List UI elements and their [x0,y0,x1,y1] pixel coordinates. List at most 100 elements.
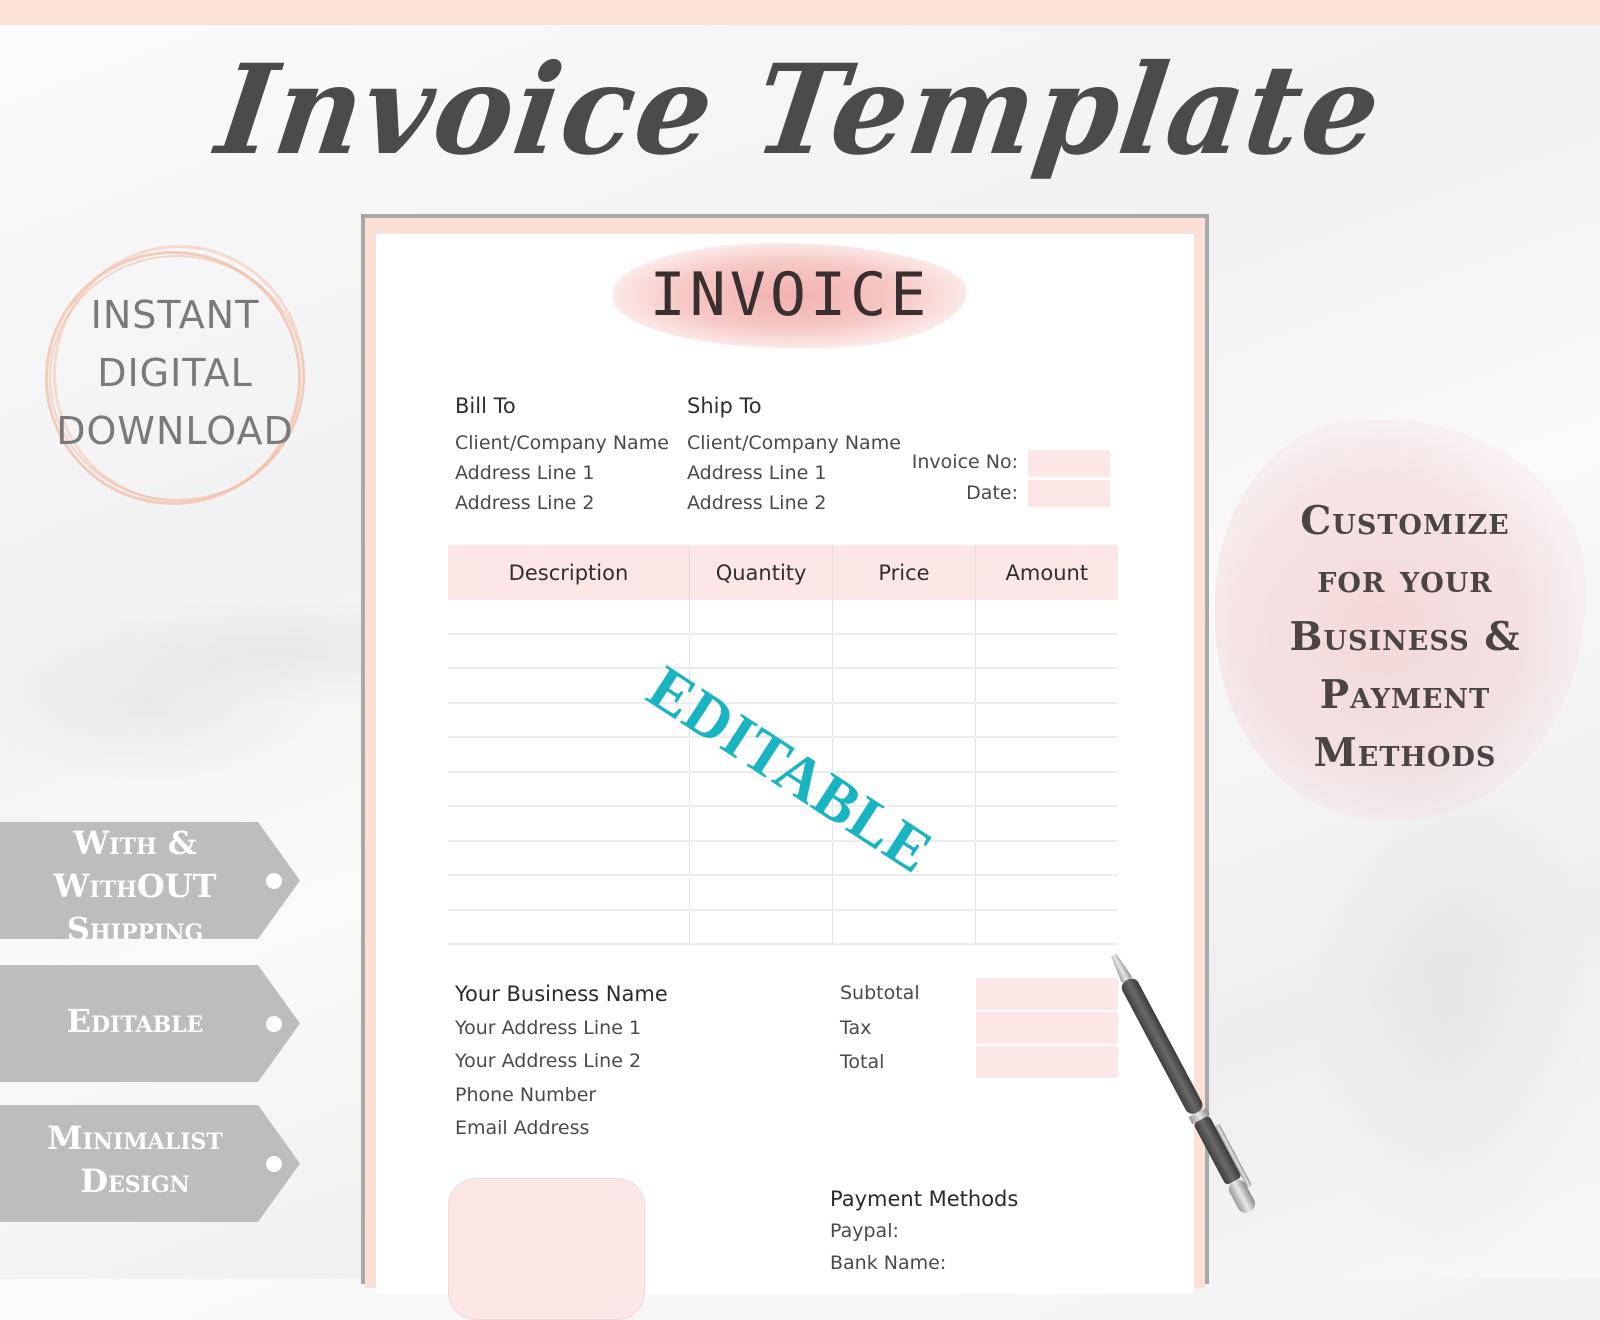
tag-hole-icon [266,1015,282,1032]
table-cell[interactable] [976,911,1118,944]
feature-tag-shipping: With & WithOUT Shipping [0,822,300,939]
table-cell[interactable] [448,876,690,909]
business-line[interactable]: Your Address Line 2 [455,1045,668,1079]
tag-hole-icon [266,872,282,889]
ship-to-label: Ship To [687,394,762,418]
business-line[interactable]: Your Address Line 1 [455,1012,668,1046]
tag-text: Editable [0,1000,270,1043]
tag-line: With & [73,824,197,862]
tag-line: Shipping [66,910,204,948]
table-cell[interactable] [448,910,690,943]
payment-line[interactable]: Bank Name: [830,1247,1018,1279]
callout-line: Customize [1300,498,1510,544]
tag-text: With & WithOUT Shipping [0,822,270,948]
business-line[interactable]: Phone Number [455,1079,668,1113]
callout-line: Methods [1313,730,1497,776]
feature-tag-minimalist: Minimalist Design [0,1105,300,1222]
tag-hole-icon [266,1155,282,1172]
bill-to-line[interactable]: Address Line 2 [455,488,669,518]
column-header-amount: Amount [1005,560,1089,585]
payment-line[interactable]: Paypal: [830,1215,1018,1247]
subtotal-field[interactable] [976,978,1118,1010]
table-cell[interactable] [976,842,1118,875]
invoice-no-label: Invoice No: [911,451,1018,473]
payment-methods: Payment Methods Paypal: Bank Name: [830,1183,1018,1279]
table-cell[interactable] [833,669,976,702]
tag-line: Editable [66,1002,204,1040]
tax-label: Tax [840,1016,872,1039]
table-cell[interactable] [976,704,1118,737]
tag-line: WithOUT [53,867,217,905]
table-row [448,841,1118,876]
main-title: Invoice Template [209,36,1391,183]
top-accent-band [0,0,1600,25]
table-cell[interactable] [448,807,690,840]
column-header-quantity: Quantity [690,545,834,600]
callout-line: for your [1317,556,1493,602]
table-cell[interactable] [690,876,834,909]
bill-to-label: Bill To [455,394,516,418]
table-cell[interactable] [976,600,1118,633]
table-cell[interactable] [448,600,690,633]
table-cell[interactable] [976,738,1118,771]
instant-download-badge: INSTANT DIGITAL DOWNLOAD [45,245,305,505]
table-cell[interactable] [833,910,976,943]
ship-to-block: Ship To Client/Company Name Address Line… [687,390,901,518]
notes-box[interactable] [448,1178,645,1320]
table-cell[interactable] [976,669,1118,702]
table-cell[interactable] [976,807,1118,840]
table-cell[interactable] [833,600,976,633]
business-line[interactable]: Email Address [455,1112,668,1146]
date-field[interactable] [1028,480,1110,507]
ship-to-line[interactable]: Client/Company Name [687,428,901,458]
tag-line: Design [80,1162,190,1200]
table-cell[interactable] [690,634,834,667]
date-label: Date: [966,482,1018,504]
callout-line: Business & [1289,614,1521,660]
badge-line: DIGITAL [97,351,253,395]
table-cell[interactable] [833,703,976,736]
customize-callout: Customize for your Business & Payment Me… [1225,492,1585,782]
ship-to-line[interactable]: Address Line 1 [687,458,901,488]
table-cell[interactable] [448,738,690,771]
bill-to-line[interactable]: Address Line 1 [455,458,669,488]
feature-tag-editable: Editable [0,965,300,1082]
table-cell[interactable] [448,841,690,874]
table-row [448,634,1118,669]
column-header-description: Description [448,545,690,600]
invoice-no-field[interactable] [1028,450,1110,477]
table-cell[interactable] [448,772,690,805]
table-cell[interactable] [833,738,976,771]
table-row [448,910,1118,945]
bill-to-block: Bill To Client/Company Name Address Line… [455,390,669,518]
badge-line: DOWNLOAD [56,409,294,453]
tax-field[interactable] [976,1012,1118,1044]
table-header: Description Quantity Price Amount [448,545,1118,600]
ship-to-line[interactable]: Address Line 2 [687,488,901,518]
table-cell[interactable] [690,841,834,874]
table-cell[interactable] [976,876,1118,909]
total-field[interactable] [976,1046,1118,1078]
table-cell[interactable] [448,634,690,667]
table-row [448,807,1118,842]
table-row [448,669,1118,704]
pen-icon [1111,953,1256,1213]
table-cell[interactable] [976,635,1118,668]
table-row [448,876,1118,911]
payment-methods-label: Payment Methods [830,1187,1019,1211]
tag-line: Minimalist [47,1119,223,1157]
table-cell[interactable] [976,773,1118,806]
table-cell[interactable] [833,634,976,667]
business-name[interactable]: Your Business Name [455,978,668,1012]
totals-labels: Subtotal Tax Total [840,978,920,1082]
total-label: Total [840,1051,885,1073]
invoice-heading: INVOICE [649,260,931,330]
tag-text: Minimalist Design [0,1117,270,1203]
table-cell[interactable] [690,600,834,633]
table-cell[interactable] [690,910,834,943]
column-header-price: Price [833,545,976,600]
callout-line: Payment [1319,672,1491,718]
table-row [448,600,1118,635]
bill-to-line[interactable]: Client/Company Name [455,428,669,458]
subtotal-label: Subtotal [840,982,920,1004]
